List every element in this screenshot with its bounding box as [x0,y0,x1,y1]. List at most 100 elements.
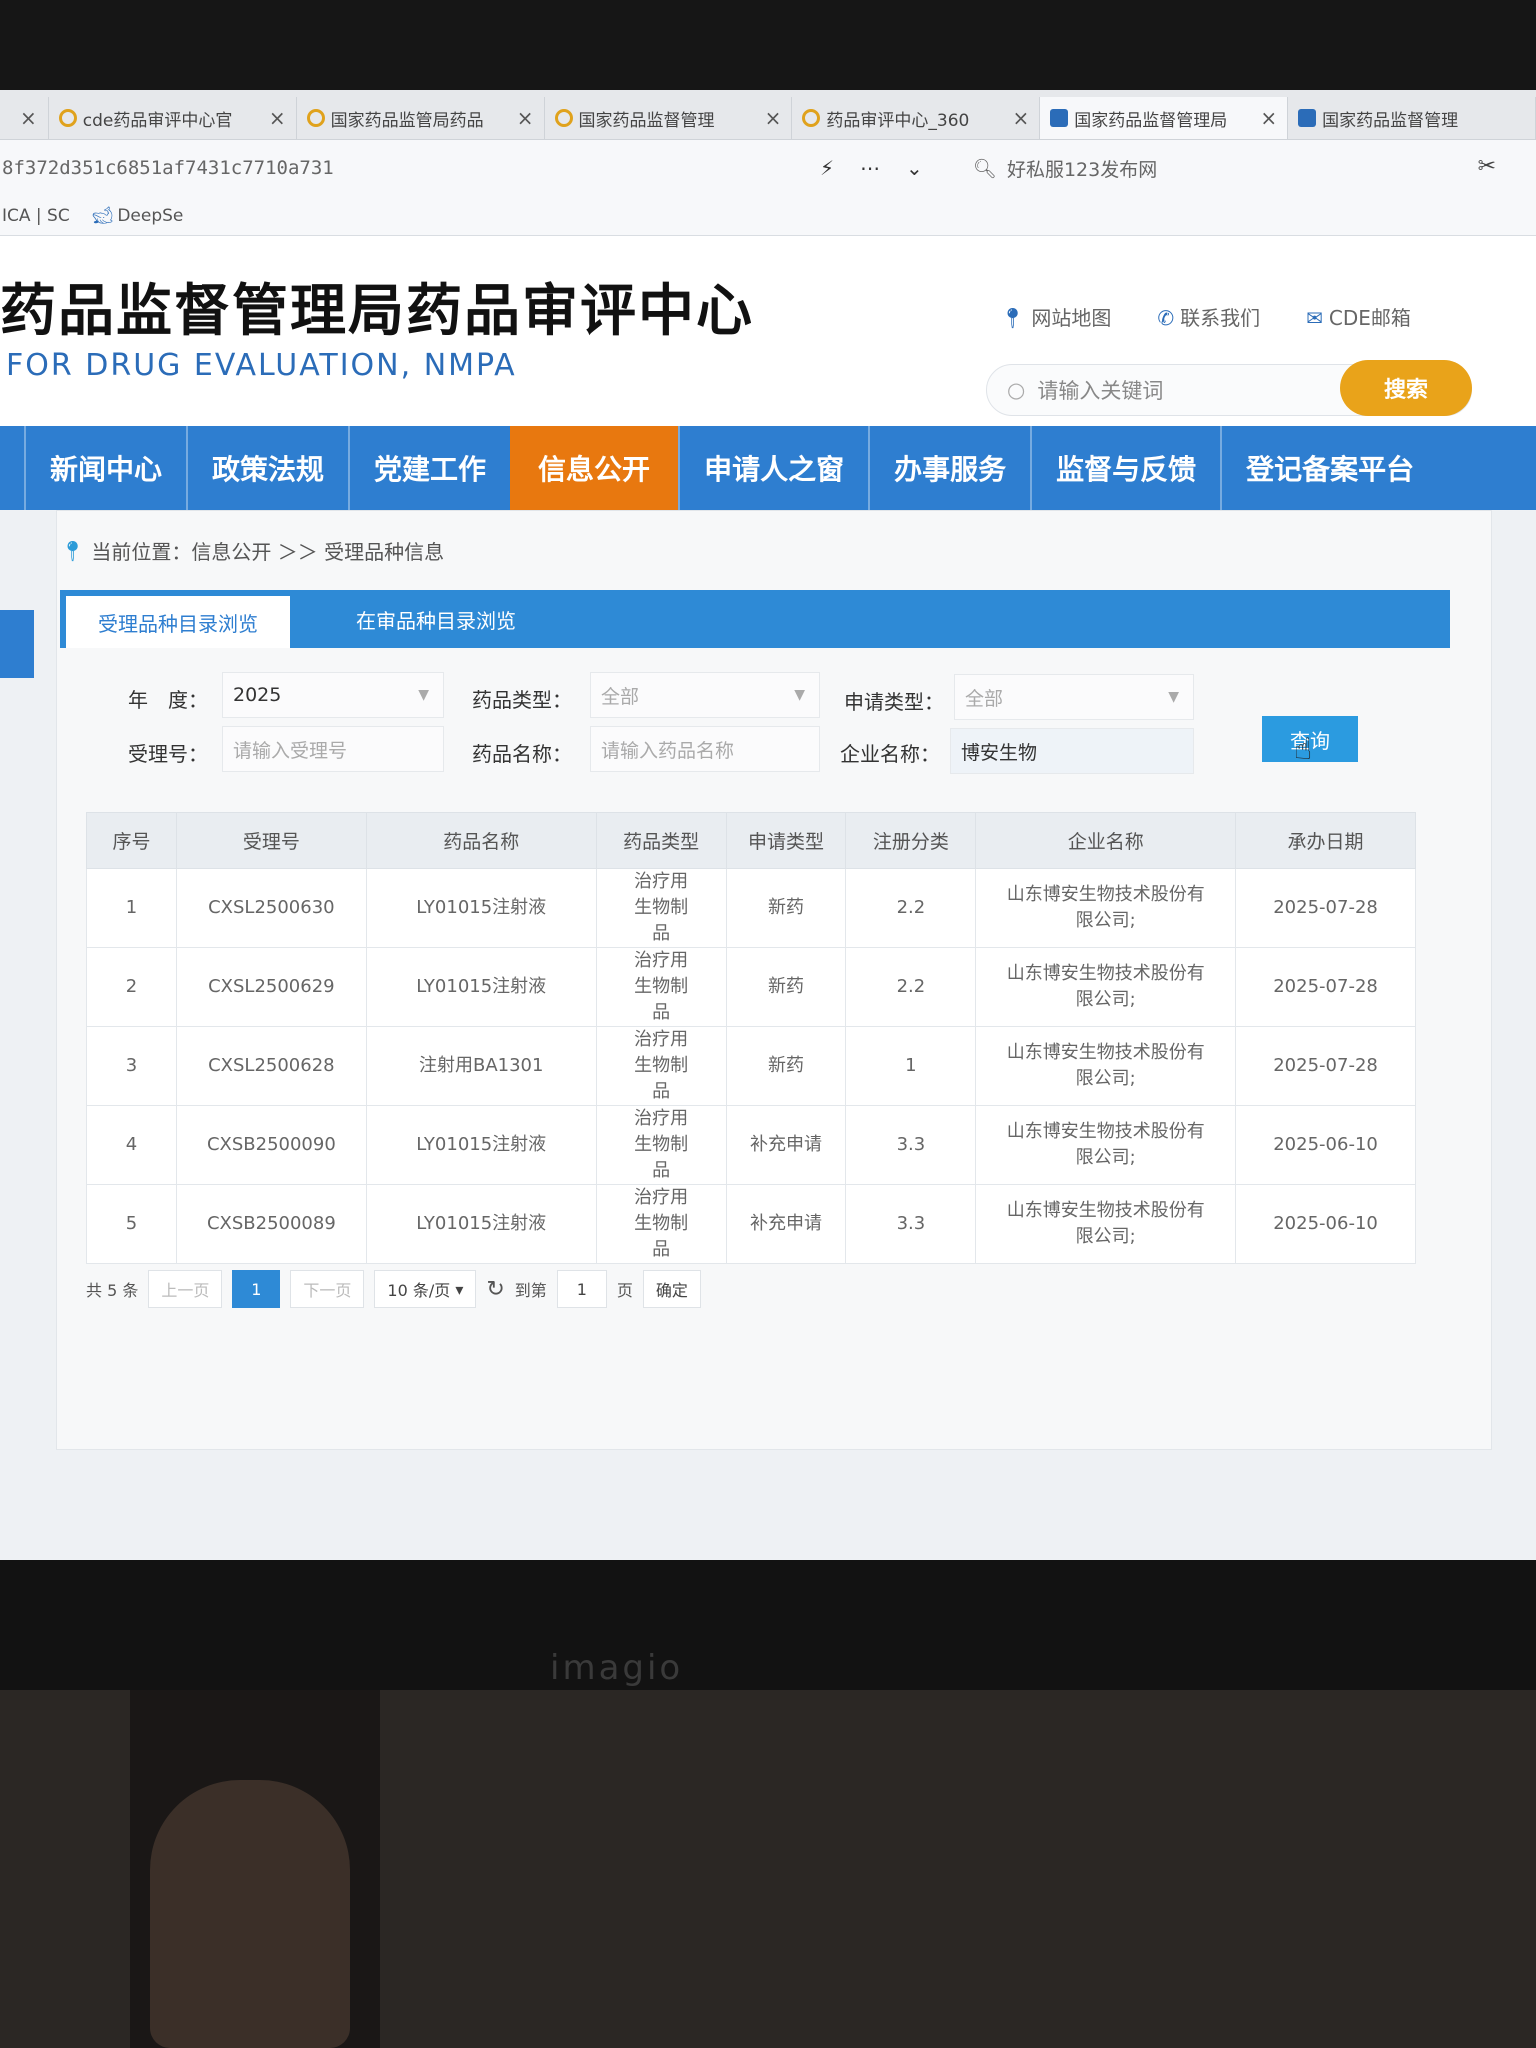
drug-type-select[interactable]: 全部 ▼ [590,672,820,718]
column-header[interactable]: 申请类型 [725,812,847,869]
browser-tab[interactable]: 国家药品监督管理局 × [1040,97,1289,139]
table-row[interactable]: 5 CXSB2500089 LY01015注射液 治疗用生物制品 补充申请 3.3 山东博安… [86,1184,1416,1264]
next-page-button[interactable]: 下一页 [290,1270,365,1308]
close-icon[interactable]: × [1260,106,1277,130]
nav-item[interactable]: 登记备案平台 [1220,426,1438,510]
table-cell: 3.3 [845,1105,977,1185]
table-cell: 2025-07-28 [1235,947,1416,1027]
bookmark-item[interactable]: ICA | SC [2,206,70,226]
nav-item[interactable]: 申请人之窗 [678,426,868,510]
location-pin-icon: 📍︎ [60,538,86,563]
drug-name-input[interactable]: 请输入药品名称 [590,726,820,772]
bookmark-item[interactable]: 🐋︎ DeepSe [92,206,184,226]
table-cell: 2025-07-28 [1235,868,1416,948]
browser-tab[interactable]: 国家药品监管局药品 × [297,97,545,139]
close-icon[interactable]: × [20,106,37,130]
table-cell: 2.2 [845,868,977,948]
confirm-button[interactable]: 确定 [642,1270,701,1308]
browser-tab-title: 国家药品监督管理 [578,110,715,131]
close-icon[interactable]: × [269,106,286,130]
browser-tab[interactable]: × [0,97,49,139]
close-icon[interactable]: × [1013,106,1030,130]
nav-item[interactable]: 新闻中心 [24,426,186,510]
company-input[interactable]: 博安生物 [950,728,1194,774]
nav-item[interactable]: 监督与反馈 [1030,426,1220,510]
monitor-bezel-bottom [0,1560,1536,1690]
table-row[interactable]: 3 CXSL2500628 注射用BA1301 治疗用生物制品 新药 1 山东博安生物技术股… [86,1026,1416,1106]
browser-tab[interactable]: cde药品审评中心官 × [49,97,297,139]
chevron-down-icon[interactable]: ⌄ [906,156,923,180]
search-engine-icon [554,109,573,127]
nav-item[interactable]: 信息公开 [510,426,679,510]
lightning-icon[interactable]: ⚡ [820,156,834,180]
page-size-select[interactable]: 10 条/页 ▾ [374,1270,477,1308]
site-icon [1050,109,1069,127]
browser-tab[interactable]: 国家药品监督管理 × [545,97,793,139]
column-header[interactable]: 药品名称 [365,812,597,869]
sitemap-link[interactable]: 📍︎ 网站地图 [1000,302,1111,331]
browser-screen: × cde药品审评中心官 × 国家药品监管局药品 × 国家药品监督管理 × 药品审评中心_36… [0,90,1536,1560]
goto-page-input[interactable]: 1 [556,1270,607,1308]
accept-no-input[interactable]: 请输入受理号 [222,726,444,772]
table-row[interactable]: 1 CXSL2500630 LY01015注射液 治疗用生物制品 新药 2.2 山东博安生物… [86,868,1416,948]
prev-page-button[interactable]: 上一页 [148,1270,223,1308]
column-header[interactable]: 承办日期 [1235,812,1416,869]
column-header[interactable]: 企业名称 [975,812,1237,869]
search-engine-icon [802,109,821,127]
table-cell: 山东博安生物技术股份有限公司; [975,1105,1237,1185]
contact-link[interactable]: ✆ 联系我们 [1157,302,1260,331]
location-pin-icon: 📍︎ [1000,306,1026,330]
scissors-icon[interactable]: ✂ [1478,154,1496,179]
breadcrumb-text: 当前位置：信息公开 ＞＞ 受理品种信息 [91,540,445,564]
side-tab[interactable] [0,610,34,678]
table-row[interactable]: 2 CXSL2500629 LY01015注射液 治疗用生物制品 新药 2.2 山东博安生物… [86,947,1416,1027]
page-number-button[interactable]: 1 [232,1270,281,1308]
apply-type-label: 申请类型： [844,690,944,714]
mailbox-link[interactable]: ✉ CDE邮箱 [1306,302,1411,331]
nav-item[interactable]: 政策法规 [186,426,348,510]
browser-search-text: 好私服123发布网 [1006,158,1158,181]
hand-cursor-icon: ☝ [1294,732,1313,767]
table-cell: 山东博安生物技术股份有限公司; [975,1184,1237,1264]
column-header[interactable]: 注册分类 [845,812,977,869]
mailbox-label: CDE邮箱 [1328,306,1411,330]
drug-name-label: 药品名称： [472,742,572,766]
total-count: 共 5 条 [86,1281,139,1300]
site-header: 药品监督管理局药品审评中心 FOR DRUG EVALUATION, NMPA … [0,236,1536,426]
refresh-icon[interactable]: ↻ [486,1277,504,1302]
browser-tab-title: cde药品审评中心官 [82,110,233,131]
browser-search-box[interactable]: 🔍︎ 好私服123发布网 [973,155,1157,182]
search-button[interactable]: 搜索 [1340,360,1472,416]
table-cell: 补充申请 [725,1184,847,1264]
table-header-row: 序号 受理号 药品名称 药品类型 申请类型 注册分类 企业名称 承办日期 [86,812,1416,869]
browser-tab-title: 药品审评中心_360 [826,110,970,131]
table-cell: 新药 [725,1026,847,1106]
nav-item[interactable]: 办事服务 [868,426,1030,510]
browser-tab[interactable]: 药品审评中心_360 × [792,97,1041,139]
column-header[interactable]: 受理号 [175,812,367,869]
close-icon[interactable]: × [517,106,534,130]
mail-icon: ✉ [1306,306,1323,330]
table-cell: 注射用BA1301 [365,1026,597,1106]
table-cell: 1 [845,1026,977,1106]
column-header[interactable]: 序号 [86,812,177,869]
more-icon[interactable]: ⋯ [860,156,880,180]
apply-type-select[interactable]: 全部 ▼ [954,674,1194,720]
close-icon[interactable]: × [765,106,782,130]
table-cell: 治疗用生物制品 [595,1184,727,1264]
nav-item[interactable]: 党建工作 [348,426,510,510]
table-cell: LY01015注射液 [365,1184,597,1264]
column-header[interactable]: 药品类型 [595,812,727,869]
address-bar-icons: ⚡ ⋯ ⌄ [820,156,923,180]
catalog-tabs: 受理品种目录浏览 在审品种目录浏览 [60,590,1450,648]
tab-accepted-catalog[interactable]: 受理品种目录浏览 [66,596,290,648]
table-cell: 山东博安生物技术股份有限公司; [975,868,1237,948]
browser-tab[interactable]: 国家药品监督管理 [1288,97,1536,139]
browser-tab-title: 国家药品监督管理局 [1074,110,1228,131]
year-select[interactable]: 2025 ▼ [222,672,444,718]
table-row[interactable]: 4 CXSB2500090 LY01015注射液 治疗用生物制品 补充申请 3.3 山东博安… [86,1105,1416,1185]
table-cell: CXSL2500629 [175,947,367,1027]
tab-under-review-catalog[interactable]: 在审品种目录浏览 [324,590,548,648]
url-field[interactable]: 8f372d351c6851af7431c7710a731 [0,157,820,179]
browser-tab-title: 国家药品监管局药品 [330,110,484,131]
